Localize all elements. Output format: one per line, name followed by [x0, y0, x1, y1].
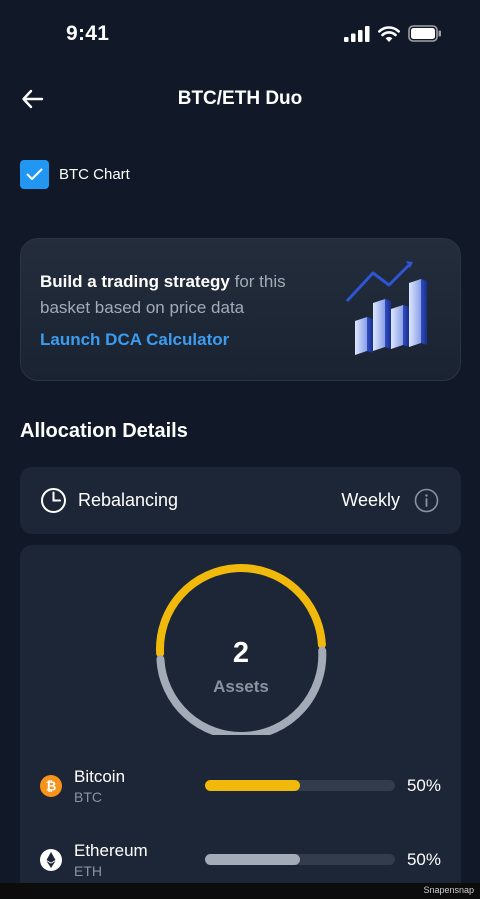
asset-row-bitcoin[interactable]: ₿ Bitcoin BTC 50%: [20, 767, 461, 813]
rebalancing-card: Rebalancing Weekly: [20, 467, 461, 534]
asset-percent: 50%: [406, 850, 441, 869]
rebalancing-label: Rebalancing: [78, 490, 179, 510]
allocation-title: Allocation Details: [20, 420, 188, 442]
allocation-bar: [205, 854, 395, 865]
page-title: BTC/ETH Duo: [177, 88, 303, 109]
rebalancing-value: Weekly: [341, 490, 400, 510]
clock-icon: [41, 488, 66, 513]
assets-count: 2: [232, 637, 250, 669]
bar-chart-icon: [345, 261, 427, 355]
allocation-bar: [205, 780, 395, 791]
ethereum-icon: [40, 849, 62, 871]
asset-row-ethereum[interactable]: Ethereum ETH 50%: [20, 841, 461, 887]
promo-strong-text: Build a trading strategy: [40, 272, 230, 291]
info-icon[interactable]: [414, 488, 439, 513]
launch-dca-link[interactable]: Launch DCA Calculator: [40, 330, 229, 350]
allocation-bar-fill: [205, 854, 300, 865]
allocation-bar-fill: [205, 780, 300, 791]
status-icons: [344, 25, 442, 42]
asset-percent: 50%: [406, 776, 441, 795]
checkbox-label: BTC Chart: [59, 166, 130, 183]
asset-ticker: BTC: [74, 789, 102, 805]
footer-bar: Snapensnap: [0, 883, 480, 899]
status-bar: 9:41: [0, 0, 480, 70]
promo-card: Build a trading strategy for this basket…: [20, 238, 461, 381]
svg-text:₿: ₿: [46, 780, 57, 795]
assets-label: Assets: [213, 677, 269, 696]
promo-text: Build a trading strategy for this basket…: [40, 269, 330, 321]
watermark-text: Snapensnap: [423, 885, 474, 895]
status-time: 9:41: [66, 22, 110, 45]
btc-chart-toggle[interactable]: BTC Chart: [20, 160, 130, 189]
asset-name: Ethereum: [74, 841, 148, 860]
checkmark-icon: [26, 168, 43, 180]
asset-name: Bitcoin: [74, 767, 126, 786]
bitcoin-icon: ₿: [40, 775, 62, 797]
asset-ticker: ETH: [74, 863, 102, 879]
allocation-donut: 2 Assets: [155, 563, 327, 740]
allocation-card: 2 Assets ₿ Bitcoin BTC 50% Ethereum ETH …: [20, 545, 461, 899]
signal-icon: [344, 25, 370, 42]
wifi-icon: [378, 25, 400, 42]
checkbox[interactable]: [20, 160, 49, 189]
nav-bar: BTC/ETH Duo: [0, 76, 480, 122]
battery-icon: [408, 25, 441, 42]
